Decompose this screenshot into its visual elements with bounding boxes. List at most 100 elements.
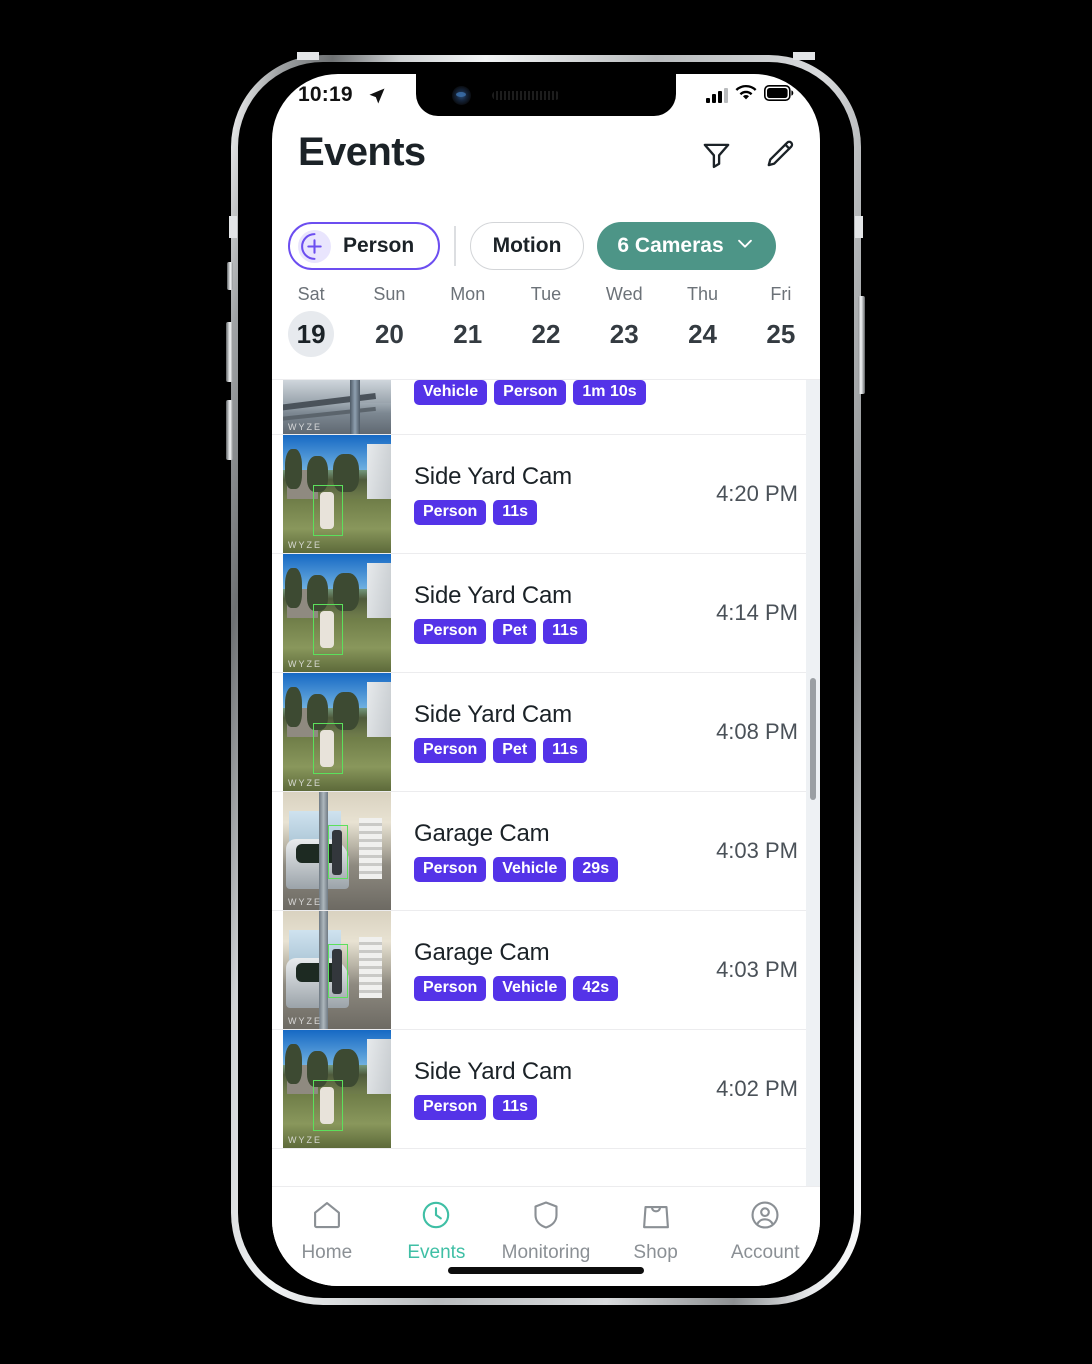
- event-row[interactable]: WYZE Garage Cam Person Vehicle 29s 4:03 PM: [272, 792, 820, 911]
- event-tag: Person: [414, 619, 487, 644]
- filter-chip-motion[interactable]: Motion: [469, 222, 585, 270]
- date-strip: Sat 19 Sun 20 Mon 21 Tue 22 Wed 23 Thu 24 Fri 25: [272, 280, 820, 380]
- date-dow-label: Wed: [605, 284, 643, 304]
- home-indicator[interactable]: [448, 1267, 644, 1274]
- date-cell-22[interactable]: Tue 22: [507, 280, 585, 379]
- date-cell-19[interactable]: Sat 19: [272, 280, 350, 379]
- nav-item-label: Monitoring: [501, 1242, 591, 1263]
- date-number: 23: [609, 318, 639, 349]
- camera-watermark: WYZE: [288, 422, 322, 432]
- date-number: 19: [288, 311, 335, 357]
- event-time: 4:08 PM: [716, 719, 798, 744]
- event-row[interactable]: WYZE Vehicle Person 1m 10s: [272, 380, 820, 435]
- event-tag: Person: [414, 1095, 487, 1120]
- event-tag: 11s: [543, 619, 587, 644]
- nav-item-account[interactable]: Account: [710, 1187, 820, 1286]
- date-dow-label: Sun: [373, 284, 406, 304]
- event-thumbnail[interactable]: WYZE: [283, 435, 391, 553]
- event-thumbnail[interactable]: WYZE: [283, 1030, 391, 1148]
- filter-chip-person[interactable]: Person: [288, 222, 441, 270]
- list-scrollbar-thumb[interactable]: [810, 678, 816, 800]
- antenna-band-left: [229, 216, 237, 238]
- front-camera-icon: [452, 86, 471, 105]
- power-button[interactable]: [858, 296, 865, 394]
- event-row[interactable]: WYZE Side Yard Cam Person Pet 11s 4:08 PM: [272, 673, 820, 792]
- date-number: 20: [374, 318, 404, 349]
- date-cell-25[interactable]: Fri 25: [742, 280, 820, 379]
- nav-item-home[interactable]: Home: [272, 1187, 382, 1286]
- silence-switch[interactable]: [227, 262, 233, 290]
- date-dow-label: Tue: [530, 284, 562, 304]
- event-thumbnail[interactable]: WYZE: [283, 911, 391, 1029]
- nav-item-label: Account: [730, 1242, 800, 1263]
- event-camera-name: Side Yard Cam: [414, 701, 572, 728]
- nav-item-label: Home: [301, 1242, 353, 1263]
- event-tag-group: Person 11s: [414, 1095, 716, 1120]
- event-tag: Person: [494, 380, 567, 405]
- shield-icon: [529, 1198, 563, 1237]
- event-thumbnail[interactable]: WYZE: [283, 673, 391, 791]
- date-cell-23[interactable]: Wed 23: [585, 280, 663, 379]
- event-tag: 11s: [543, 738, 587, 763]
- event-tag: Person: [414, 857, 487, 882]
- event-info: Garage Cam Person Vehicle 42s: [391, 939, 716, 1001]
- date-cell-24[interactable]: Thu 24: [663, 280, 741, 379]
- nav-item-label: Events: [407, 1242, 466, 1263]
- event-time: 4:20 PM: [716, 481, 798, 506]
- event-info: Garage Cam Person Vehicle 29s: [391, 820, 716, 882]
- event-thumbnail[interactable]: WYZE: [283, 792, 391, 910]
- antenna-band-right: [855, 216, 863, 238]
- event-tag: Person: [414, 976, 487, 1001]
- date-dow-label: Thu: [687, 284, 719, 304]
- event-info: Side Yard Cam Person 11s: [391, 1058, 716, 1120]
- event-row[interactable]: WYZE Side Yard Cam Person 11s 4:20 PM: [272, 435, 820, 554]
- event-thumbnail[interactable]: WYZE: [283, 380, 391, 434]
- battery-icon: [764, 85, 794, 106]
- date-dow-label: Mon: [450, 284, 486, 304]
- date-number: 22: [531, 318, 561, 349]
- pencil-edit-icon[interactable]: [763, 138, 796, 176]
- event-tag: Pet: [493, 619, 537, 644]
- event-camera-name: Side Yard Cam: [414, 1058, 572, 1085]
- clock-icon: [419, 1198, 453, 1237]
- event-camera-name: Side Yard Cam: [414, 582, 572, 609]
- home-icon: [310, 1198, 344, 1237]
- location-arrow-icon: [367, 86, 387, 111]
- date-number: 21: [453, 318, 483, 349]
- chevron-down-icon: [734, 232, 756, 260]
- event-camera-name: Side Yard Cam: [414, 463, 572, 490]
- event-tag: Person: [414, 738, 487, 763]
- event-camera-name: Garage Cam: [414, 820, 550, 847]
- shopping-bag-icon: [639, 1198, 673, 1237]
- antenna-band-top-right: [793, 52, 815, 60]
- filter-chip-cameras[interactable]: 6 Cameras: [597, 222, 776, 270]
- event-info: Vehicle Person 1m 10s: [391, 380, 798, 405]
- event-tag: 1m 10s: [573, 380, 646, 405]
- event-info: Side Yard Cam Person Pet 11s: [391, 582, 716, 644]
- event-tag: Vehicle: [493, 857, 567, 882]
- filter-divider: [454, 226, 456, 266]
- volume-up-button[interactable]: [226, 322, 233, 382]
- page-title: Events: [298, 130, 426, 174]
- earpiece-speaker-icon: [492, 91, 560, 100]
- event-tag-group: Person Vehicle 29s: [414, 857, 716, 882]
- date-cell-21[interactable]: Mon 21: [429, 280, 507, 379]
- event-thumbnail[interactable]: WYZE: [283, 554, 391, 672]
- event-tag-group: Person Pet 11s: [414, 738, 716, 763]
- filter-funnel-icon[interactable]: [700, 138, 733, 176]
- date-cell-20[interactable]: Sun 20: [350, 280, 428, 379]
- event-row[interactable]: WYZE Side Yard Cam Person 11s 4:02 PM: [272, 1030, 820, 1149]
- event-tag-group: Vehicle Person 1m 10s: [414, 380, 798, 405]
- wifi-icon: [735, 84, 757, 106]
- event-tag: Person: [414, 500, 487, 525]
- camera-watermark: WYZE: [288, 778, 322, 788]
- camera-watermark: WYZE: [288, 1135, 322, 1145]
- filter-chip-person-label: Person: [343, 234, 415, 257]
- event-tag-group: Person Pet 11s: [414, 619, 716, 644]
- volume-down-button[interactable]: [226, 400, 233, 460]
- event-row[interactable]: WYZE Garage Cam Person Vehicle 42s 4:03 PM: [272, 911, 820, 1030]
- camera-watermark: WYZE: [288, 1016, 322, 1026]
- event-row[interactable]: WYZE Side Yard Cam Person Pet 11s 4:14 PM: [272, 554, 820, 673]
- event-list[interactable]: WYZE Vehicle Person 1m 10s WYZE Side Yard Cam…: [272, 380, 820, 1186]
- event-tag: Vehicle: [493, 976, 567, 1001]
